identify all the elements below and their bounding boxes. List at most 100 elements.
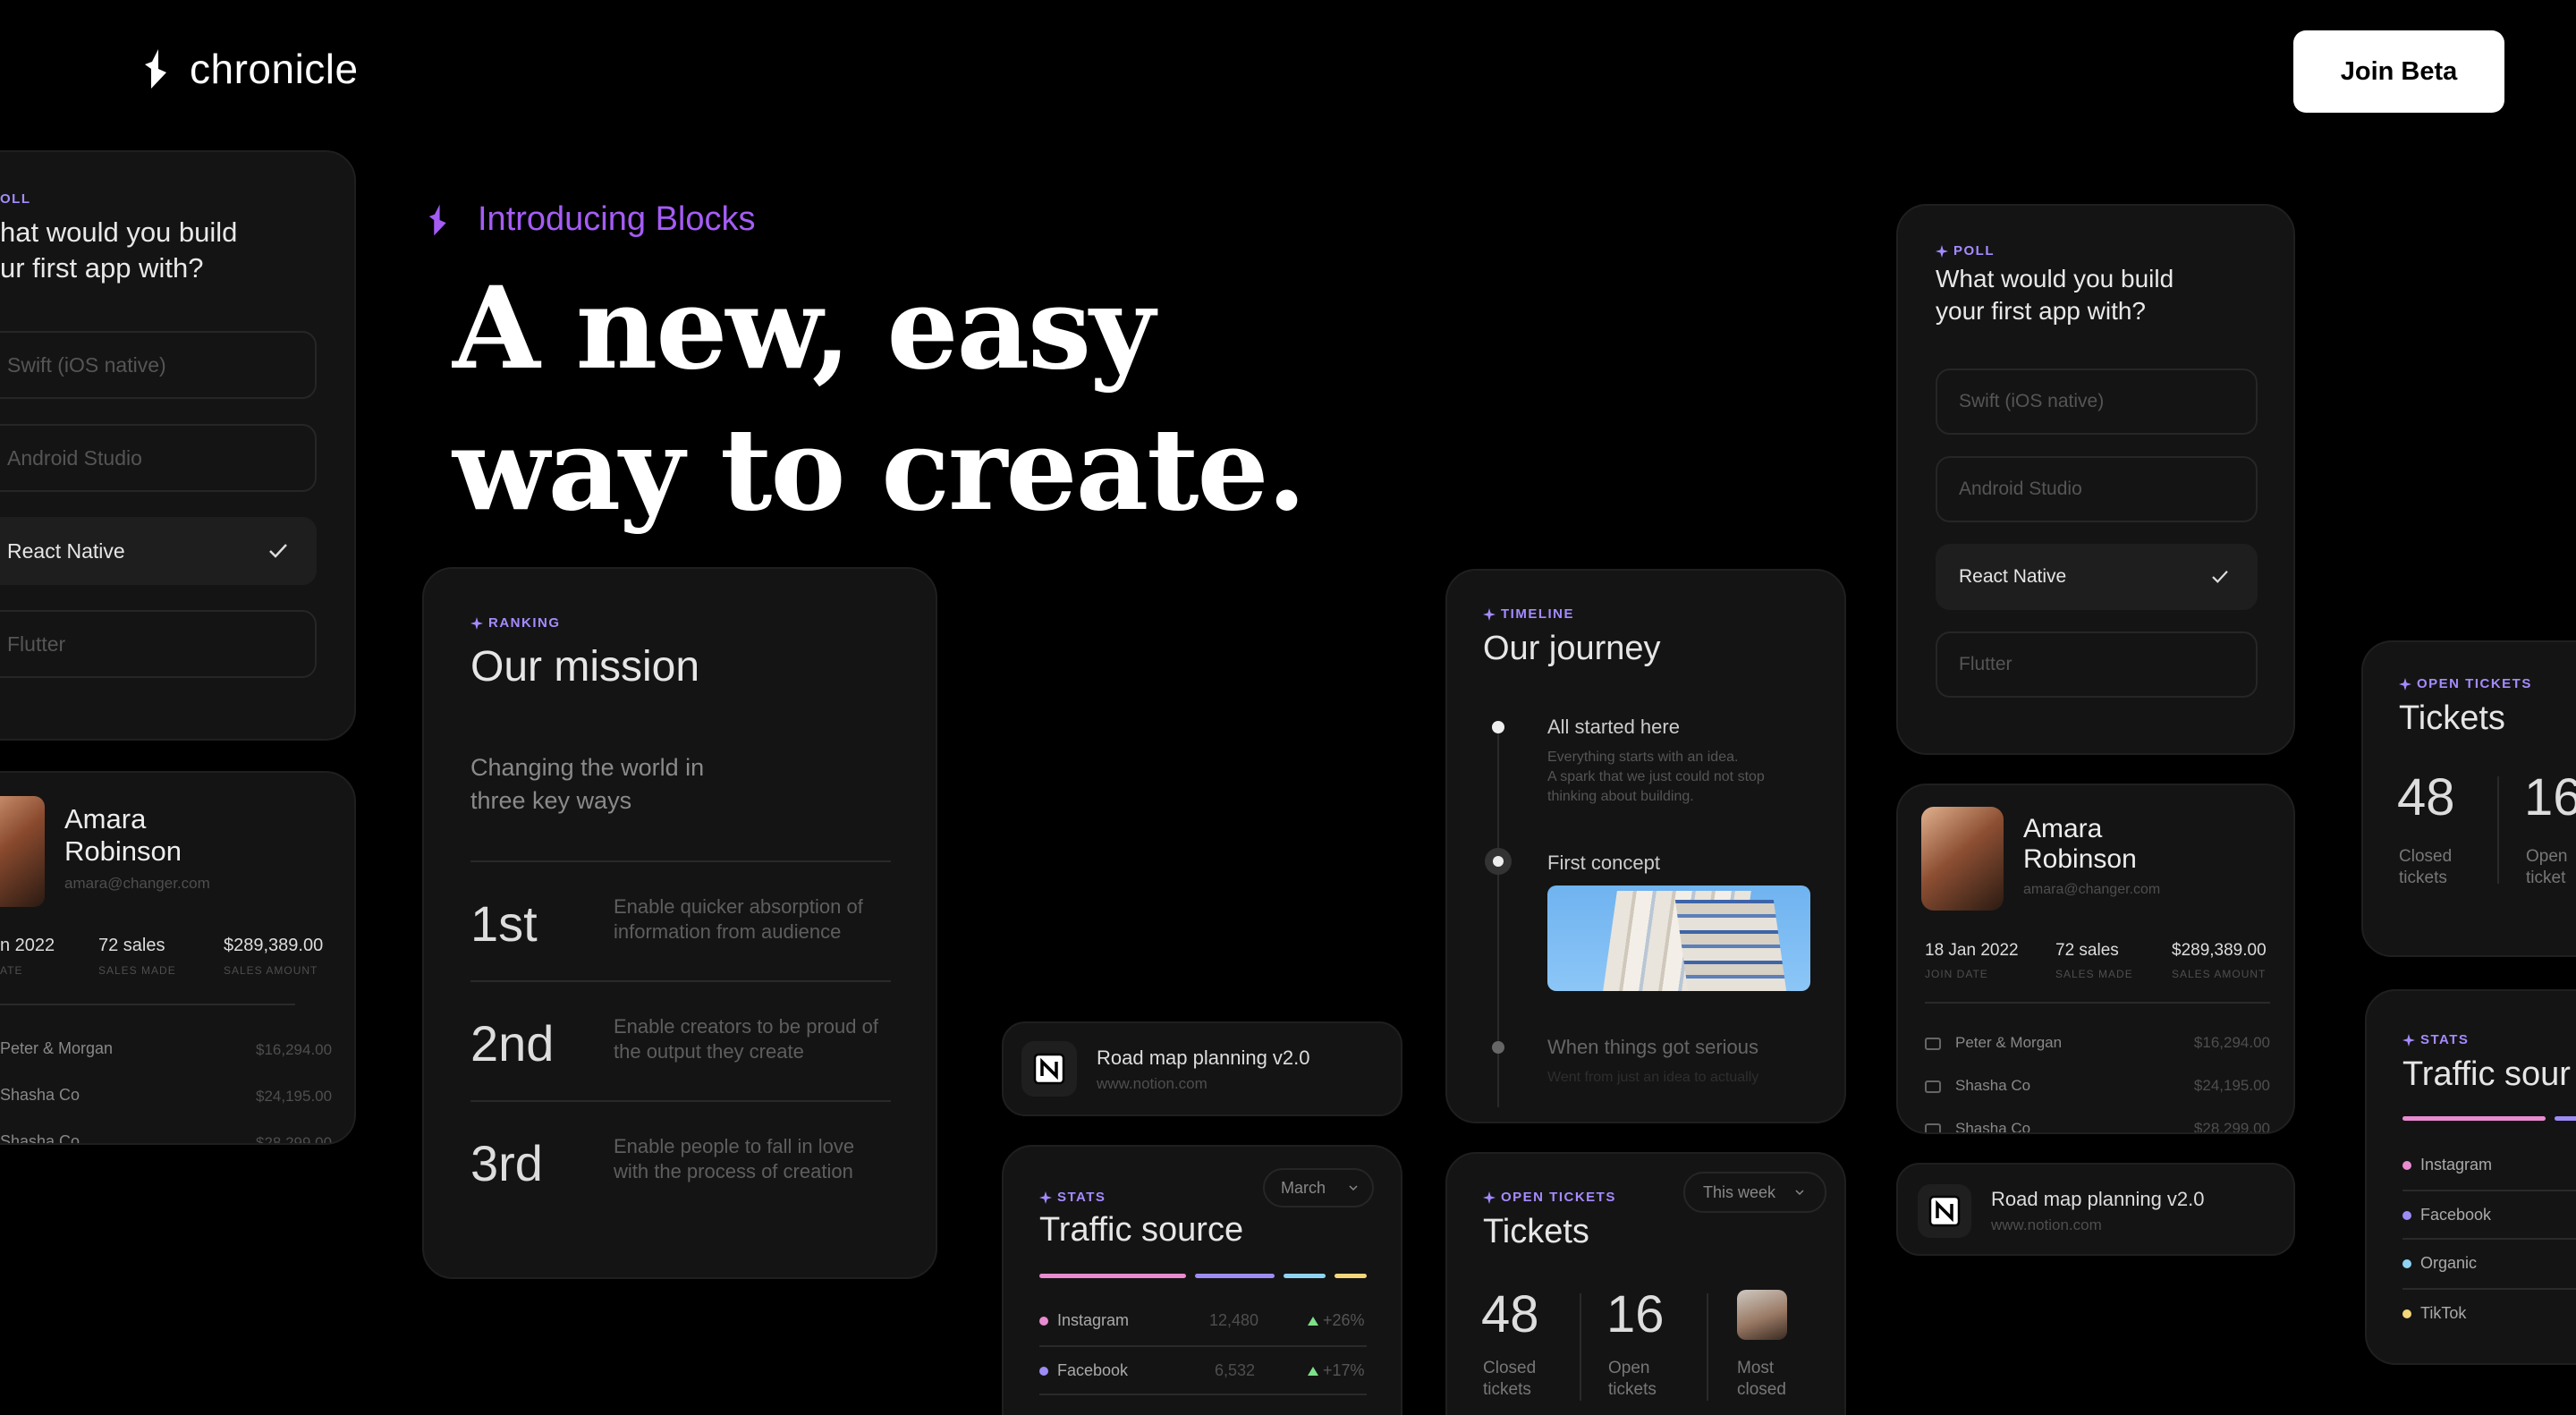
sparkle-icon — [1483, 607, 1496, 621]
ranking-subtitle: Changing the world in three key ways — [470, 754, 705, 814]
avatar — [1737, 1290, 1787, 1340]
closed-count: 48 — [1481, 1285, 1539, 1343]
list-item-name: Shasha Co — [0, 1132, 80, 1145]
ranking-card: RANKING Our mission Changing the world i… — [422, 567, 937, 1279]
divider — [1039, 1345, 1367, 1347]
notion-link-card[interactable]: Road map planning v2.0 www.notion.com — [1002, 1021, 1402, 1116]
traffic-bar-facebook — [2555, 1116, 2576, 1121]
open-label: Open tickets — [1608, 1359, 1657, 1399]
list-item-name: Peter & Morgan — [0, 1039, 114, 1057]
tickets-tag: OPEN TICKETS — [1483, 1190, 1616, 1205]
timeline-title: Our journey — [1483, 630, 1661, 667]
rank-1: 1st — [470, 895, 538, 952]
traffic-tag: STATS — [2402, 1032, 2469, 1047]
sales-amount: $289,389.00 — [2172, 941, 2267, 960]
open-count: 16 — [1606, 1285, 1665, 1343]
poll-option[interactable]: Flutter — [1936, 631, 2258, 698]
traffic-bar-tiktok — [1335, 1274, 1368, 1278]
sparkle-icon — [1483, 1190, 1496, 1204]
divider — [1707, 1293, 1708, 1401]
open-label: Open ticket — [2526, 847, 2568, 887]
traffic-card-right: STATS Traffic sour Instagram Facebook Or… — [2365, 989, 2576, 1365]
divider — [470, 980, 891, 982]
brand-logo[interactable]: chronicle — [143, 45, 359, 93]
closed-count: 48 — [2397, 768, 2455, 826]
notion-icon — [1918, 1184, 1971, 1238]
divider — [0, 1004, 295, 1005]
timeline-dot — [1492, 721, 1504, 733]
join-date: n 2022 — [0, 936, 55, 955]
join-date-label: ATE — [0, 964, 23, 977]
rank-3-desc: Enable people to fall in love with the pr… — [614, 1135, 855, 1182]
poll-option-selected[interactable]: React Native — [0, 517, 317, 585]
sales-amount: $289,389.00 — [224, 936, 324, 955]
traffic-tag: STATS — [1039, 1190, 1106, 1205]
traffic-bar-facebook — [1194, 1274, 1275, 1278]
tickets-card-right: OPEN TICKETS Tickets 48 Closedtickets 16… — [2361, 640, 2576, 957]
hero-title-line2: way to create. — [453, 403, 1306, 536]
table-row: Peter & Morgan $16,294.00 — [1925, 1034, 2270, 1052]
timeline-dot — [1492, 1041, 1504, 1054]
traffic-bar-instagram — [2402, 1116, 2546, 1121]
poll-tag: OLL — [0, 191, 31, 207]
profile-card-left: Amara Robinson amara@changer.com n 2022 A… — [0, 771, 356, 1145]
join-beta-button[interactable]: Join Beta — [2293, 30, 2504, 113]
company-icon — [1925, 1123, 1941, 1132]
divider — [470, 1100, 891, 1102]
list-item-name: Shasha Co — [0, 1086, 80, 1104]
profile-name: Amara Robinson — [64, 803, 182, 867]
concept-image[interactable] — [1547, 885, 1810, 991]
open-count: 16 — [2524, 768, 2576, 826]
sparkle-icon — [1039, 1190, 1052, 1204]
traffic-card: STATS March Traffic source Instagram 12,… — [1002, 1145, 1402, 1415]
rank-3: 3rd — [470, 1135, 543, 1191]
traffic-bar-instagram — [1039, 1274, 1186, 1278]
traffic-bar-organic — [1283, 1274, 1326, 1278]
check-icon — [2212, 571, 2228, 583]
tickets-title: Tickets — [1483, 1213, 1589, 1250]
sales-label: SALES MADE — [98, 964, 176, 977]
avatar — [1921, 807, 2004, 911]
notion-url: www.notion.com — [1097, 1075, 1208, 1092]
poll-option[interactable]: Android Studio — [0, 424, 317, 492]
blocks-spark-icon — [428, 204, 446, 235]
timeline-tag: TIMELINE — [1483, 606, 1574, 622]
rank-1-desc: Enable quicker absorption of information … — [614, 895, 863, 943]
poll-option[interactable]: Android Studio — [1936, 456, 2258, 522]
table-row: Shasha Co $28,299.00 — [1925, 1120, 2270, 1132]
most-closed-label: Most closed — [1737, 1359, 1786, 1399]
notion-url: www.notion.com — [1991, 1216, 2102, 1233]
list-item-value: $16,294.00 — [256, 1041, 333, 1058]
filter-dropdown[interactable]: This week — [1683, 1172, 1826, 1213]
trend-up-icon — [1308, 1317, 1318, 1326]
notion-link-card[interactable]: Road map planning v2.0 www.notion.com — [1896, 1163, 2295, 1256]
divider — [2402, 1288, 2576, 1290]
sparkle-icon — [2402, 1033, 2415, 1046]
list-item: Facebook — [2402, 1206, 2491, 1224]
sparkle-icon — [2399, 677, 2411, 691]
poll-option[interactable]: Swift (iOS native) — [0, 331, 317, 399]
ranking-title: Our mission — [470, 643, 700, 691]
poll-option[interactable]: Flutter — [0, 610, 317, 678]
rank-2: 2nd — [470, 1015, 555, 1072]
list-item: TikTok — [2402, 1304, 2466, 1323]
divider — [1580, 1293, 1581, 1401]
sales-label: SALES MADE — [2055, 968, 2133, 980]
brand-name: chronicle — [190, 46, 359, 92]
poll-question: What would you build your first app with? — [1936, 265, 2174, 325]
filter-dropdown[interactable]: March — [1263, 1168, 1374, 1207]
divider — [2402, 1190, 2576, 1191]
poll-option[interactable]: Swift (iOS native) — [1936, 369, 2258, 435]
timeline-card: TIMELINE Our journey All started here Ev… — [1445, 569, 1846, 1123]
hero-eyebrow: Introducing Blocks — [428, 200, 756, 239]
traffic-title: Traffic source — [1039, 1211, 1244, 1249]
hero-eyebrow-text: Introducing Blocks — [478, 200, 756, 238]
poll-option-selected[interactable]: React Native — [1936, 544, 2258, 610]
sparkle-icon — [1936, 244, 1948, 258]
sales-amount-label: SALES AMOUNT — [224, 964, 318, 977]
tickets-tag: OPEN TICKETS — [2399, 676, 2532, 691]
timeline-dot-active — [1485, 848, 1512, 875]
poll-card-right: POLL What would you build your first app … — [1896, 204, 2295, 755]
list-item: Instagram — [2402, 1156, 2492, 1174]
avatar — [0, 796, 45, 907]
